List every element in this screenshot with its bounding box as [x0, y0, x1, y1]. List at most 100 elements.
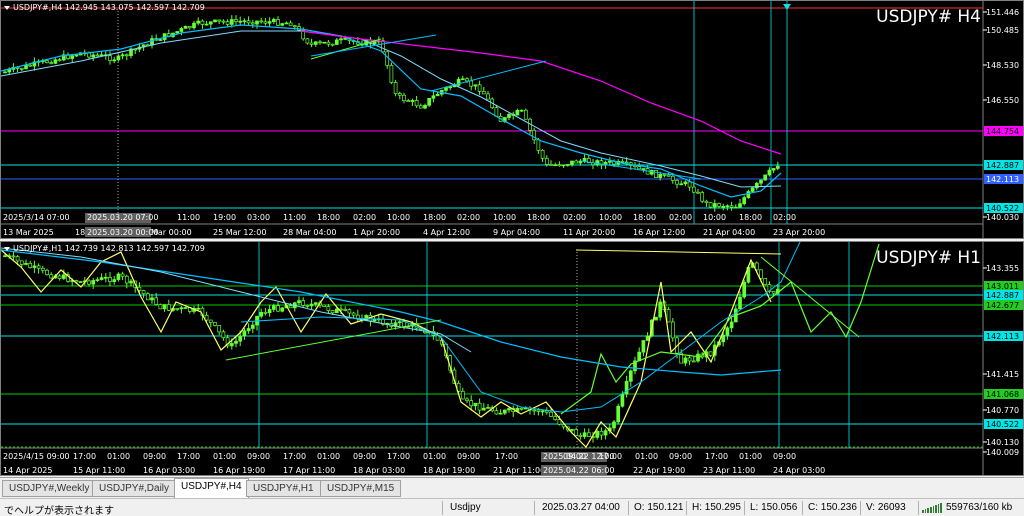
candle-body [250, 22, 255, 25]
candle-body [536, 139, 541, 151]
candle-body [381, 40, 385, 53]
candle-body [330, 43, 335, 46]
candle-body [666, 174, 671, 177]
candle-body [427, 97, 432, 106]
time-sub-label: 02:00 [457, 213, 480, 222]
candle-body [540, 149, 545, 159]
time-sub-label: 17:00 [599, 452, 622, 461]
candle-body [70, 55, 75, 59]
price-label: 140.009 [986, 448, 1019, 457]
candle-body [263, 21, 268, 24]
candle-body [259, 311, 264, 317]
candle-body [280, 23, 285, 26]
candle-body [775, 165, 780, 169]
candle-body [120, 54, 125, 57]
candle-body [213, 322, 217, 326]
candle-body [414, 100, 419, 107]
price-label: 143.011 [986, 282, 1019, 291]
time-sub-label: 17:00 [73, 452, 96, 461]
candle-body [124, 275, 129, 284]
time-sub-label: 18:00 [317, 213, 340, 222]
candle-body [721, 206, 726, 208]
h4-symbol-label: USDJPY# H4 [876, 7, 981, 27]
candle-body [679, 183, 684, 186]
tab-daily[interactable]: USDJPY#,Daily [92, 480, 177, 497]
candle-body [15, 256, 20, 262]
status-bar: でヘルプが表示されます Usdjpy 2025.03.27 04:00 O: 1… [0, 498, 1024, 516]
time-sub-label: 2025/4/15 09:00 [3, 452, 70, 461]
candle-body [691, 360, 696, 363]
candle-body [49, 274, 54, 279]
candle-body [234, 340, 238, 344]
candle-body [620, 160, 625, 163]
candle-body [175, 308, 180, 310]
time-sub-label: 10:00 [387, 213, 410, 222]
price-label: 140.130 [986, 438, 1019, 447]
candle-body [645, 335, 650, 341]
candle-body [238, 20, 243, 23]
candle-body [435, 93, 440, 97]
tab-m15[interactable]: USDJPY#,M15 [320, 480, 402, 497]
price-label: 140.522 [986, 204, 1019, 213]
candle-body [654, 316, 658, 321]
candle-body [402, 94, 406, 102]
zigzag-line [1, 249, 772, 448]
candle-body [515, 109, 520, 116]
candle-body [145, 293, 150, 301]
candle-body [217, 325, 222, 333]
time-sub-label: 17:00 [283, 452, 306, 461]
dropdown-triangle-icon[interactable] [4, 246, 10, 251]
candle-body [544, 157, 549, 165]
candle-body [742, 197, 747, 205]
candle-body [473, 84, 478, 87]
time-sub-label: 09:00 [353, 452, 376, 461]
dropdown-triangle-icon[interactable] [4, 5, 10, 10]
price-label: 148.530 [986, 61, 1019, 70]
candle-body [704, 200, 709, 203]
candle-body [309, 303, 314, 307]
trend-line [225, 319, 442, 361]
h1-chart[interactable]: 143.355 143.011 142.887 142.677 142.113 141.4… [0, 241, 1024, 476]
h4-chart[interactable]: 151.446 150.485 148.530 146.550 144.754 142.8… [0, 0, 1024, 239]
time-sub-label: 09:00 [669, 452, 692, 461]
time-label: 18 Apr 03:00 [353, 466, 405, 475]
candle-body [687, 181, 692, 188]
candle-body [742, 281, 747, 298]
candle-body [423, 104, 427, 109]
candle-body [313, 302, 318, 305]
candle-body [334, 39, 339, 45]
candle-body [3, 71, 7, 74]
candle-body [460, 390, 465, 400]
candle-body [578, 434, 583, 437]
price-label: 140.030 [986, 213, 1019, 222]
candle-body [771, 168, 776, 171]
candle-body [183, 26, 188, 29]
candle-body [242, 330, 247, 337]
status-help: でヘルプが表示されます [4, 506, 114, 516]
candle-body [74, 54, 79, 57]
candle-body [250, 324, 255, 329]
candle-body [95, 279, 100, 281]
tab-h1[interactable]: USDJPY#,H1 [246, 480, 321, 497]
candle-body [40, 267, 45, 271]
candle-body [477, 402, 482, 411]
candle-body [725, 327, 730, 336]
candle-body [200, 20, 205, 25]
candle-body [204, 23, 209, 26]
tab-h4[interactable]: USDJPY#,H4 [174, 478, 249, 498]
candle-body [746, 191, 751, 198]
h1-symbol-label: USDJPY# H1 [876, 248, 981, 268]
candle-body [229, 19, 234, 25]
candle-body [330, 310, 335, 314]
tab-weekly[interactable]: USDJPY#,Weekly [2, 480, 97, 497]
h1-chart-canvas[interactable]: 143.355 143.011142.887142.677 142.113 141.4… [1, 242, 1024, 476]
ma-fast-line [1, 249, 782, 376]
h4-chart-canvas[interactable]: 151.446 150.485 148.530 146.550 144.754 142.8… [1, 1, 1024, 239]
candle-body [187, 26, 192, 29]
time-label: 1 Apr 20:00 [353, 228, 400, 237]
time-label: 16 Apr 19:00 [213, 466, 265, 475]
candle-body [549, 411, 553, 417]
candle-body [271, 305, 276, 310]
time-sub-label: 09:00 [773, 452, 796, 461]
candle-body [397, 321, 402, 324]
